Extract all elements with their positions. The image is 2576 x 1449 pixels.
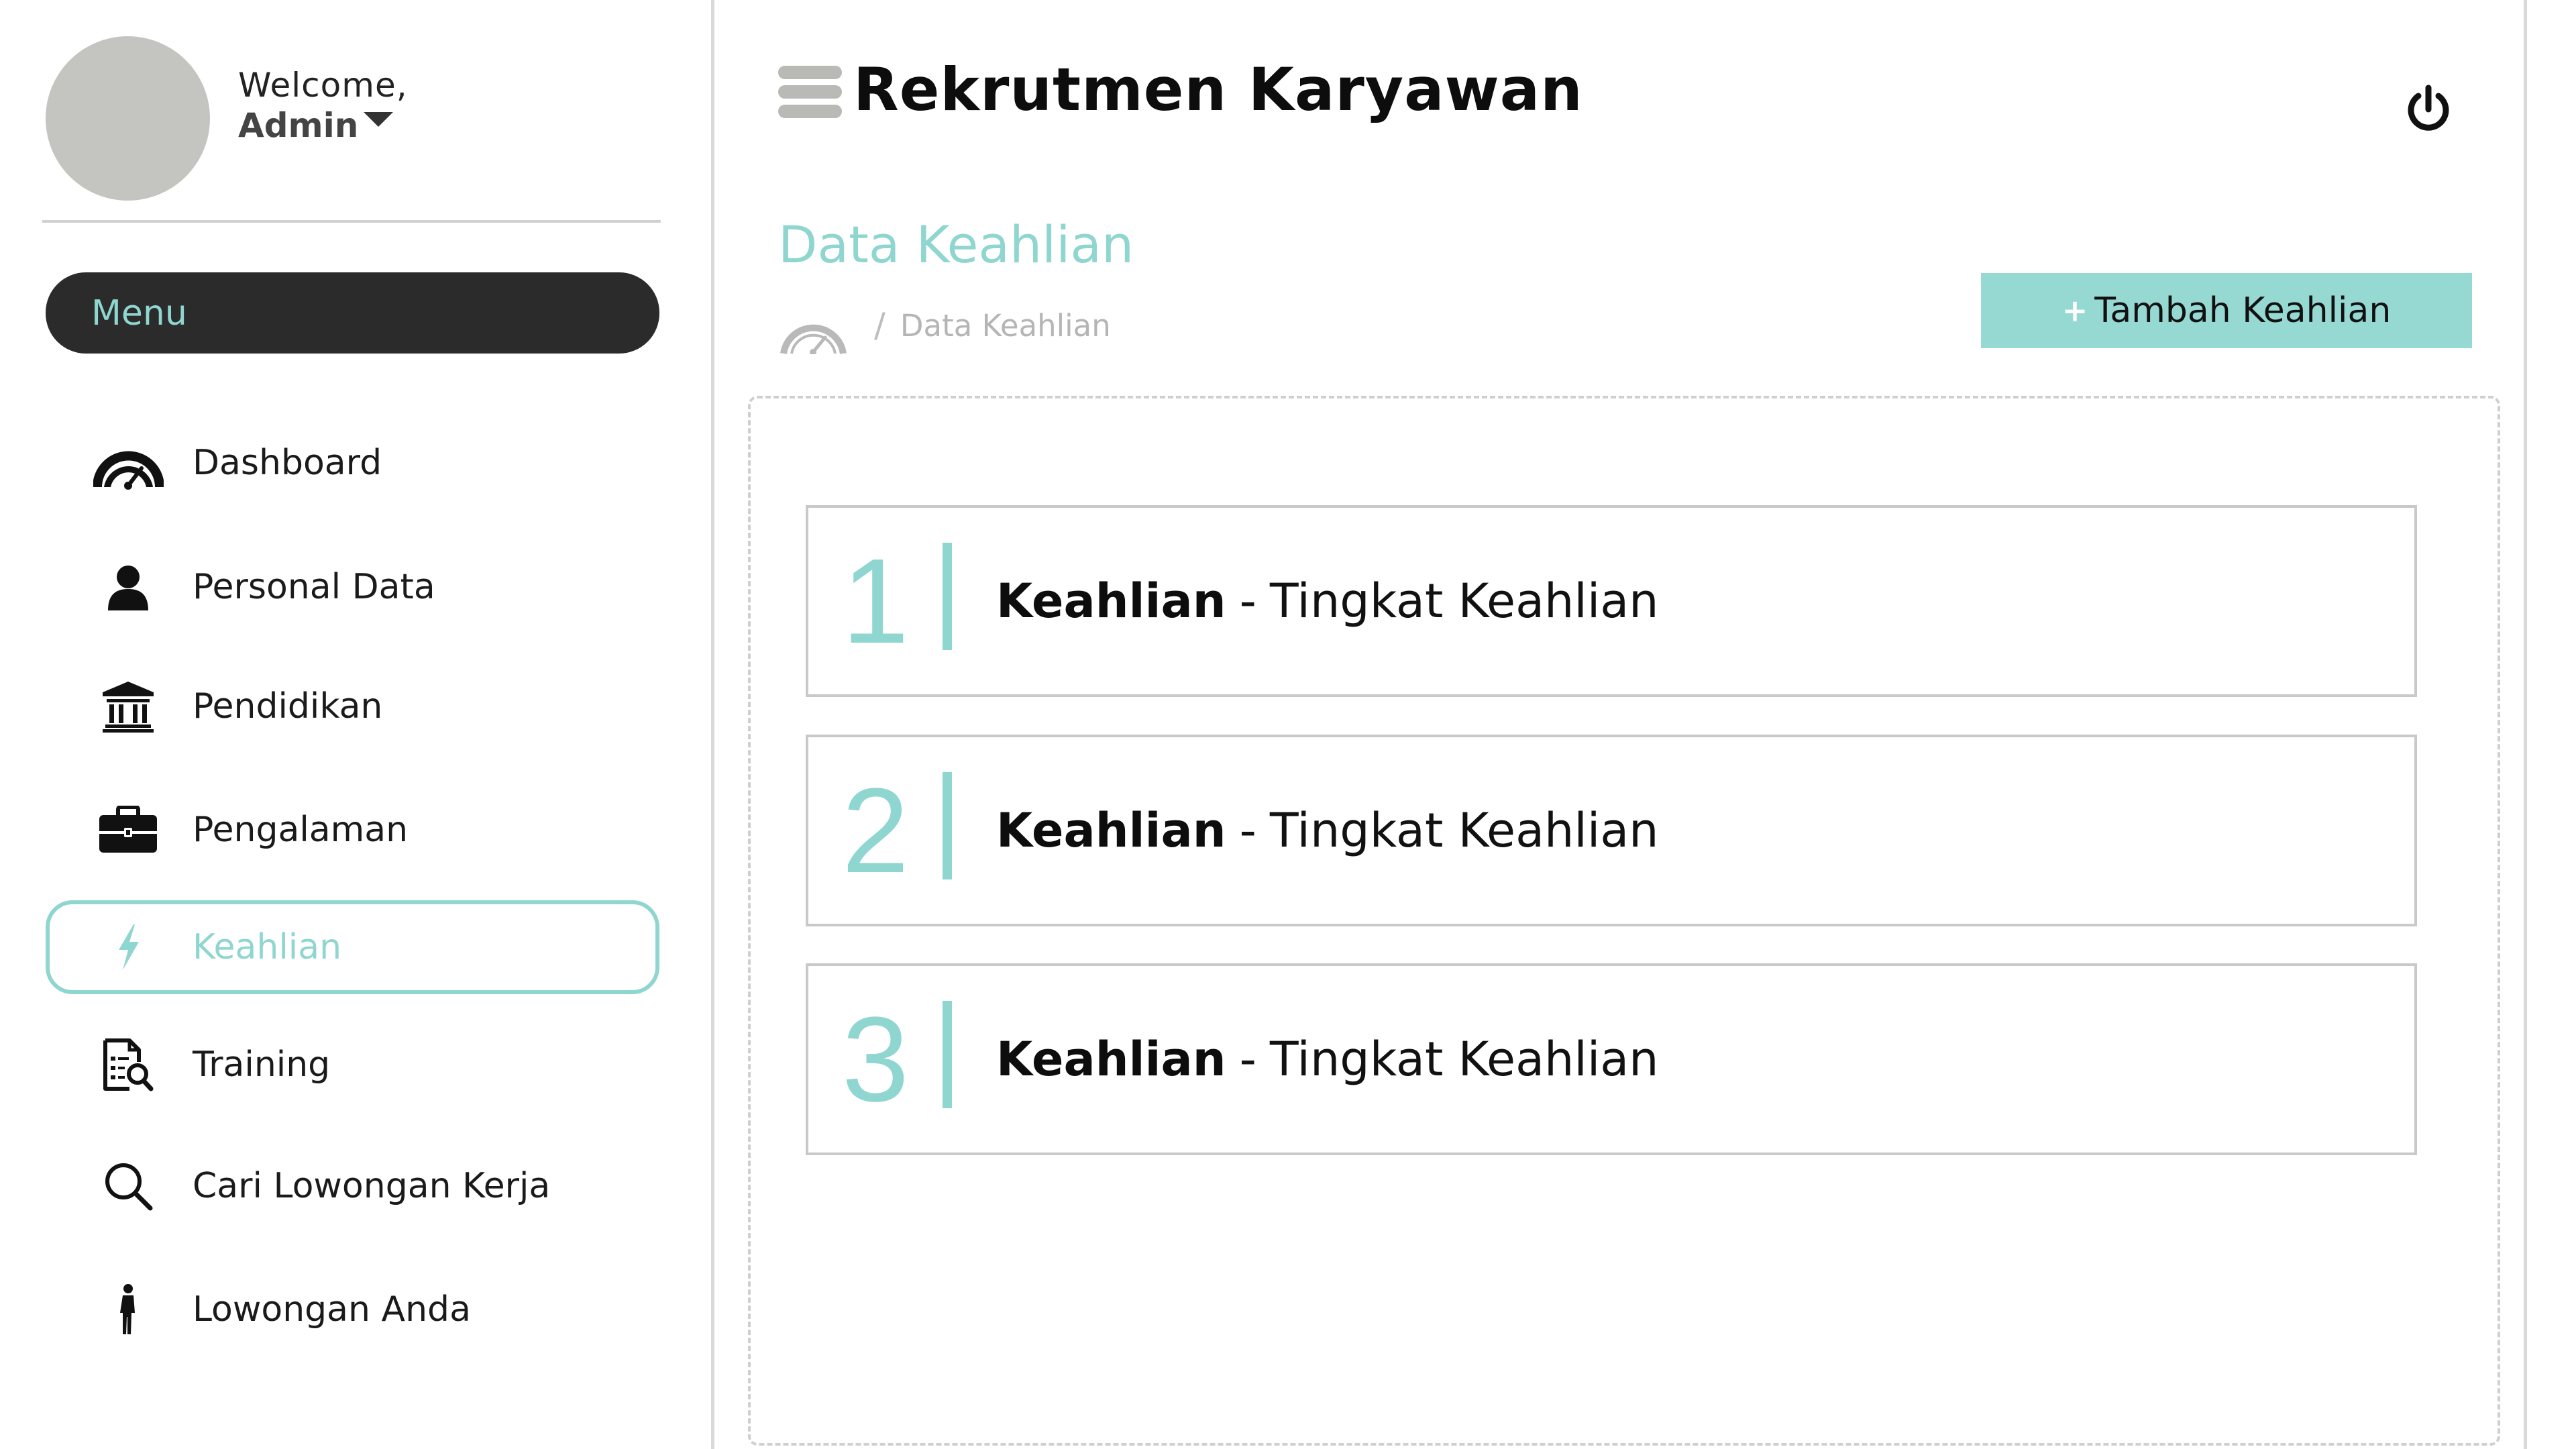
skill-level: Tingkat Keahlian xyxy=(1269,1032,1659,1087)
content-right-border xyxy=(2524,0,2527,1449)
skill-number: 1 xyxy=(841,534,910,669)
breadcrumb: / Data Keahlian xyxy=(778,297,1111,356)
person-walking-icon xyxy=(91,1276,165,1343)
skill-text: Keahlian - Tingkat Keahlian xyxy=(996,966,1659,1152)
sidebar-item-keahlian[interactable]: Keahlian xyxy=(46,900,659,994)
sidebar-item-label: Pengalaman xyxy=(193,810,409,850)
skill-name: Keahlian xyxy=(996,803,1226,858)
skill-name: Keahlian xyxy=(996,574,1226,629)
breadcrumb-current: Data Keahlian xyxy=(900,307,1111,343)
add-skill-button[interactable]: + Tambah Keahlian xyxy=(1981,273,2472,348)
sidebar: Welcome, Admin Menu Dashboard Personal D… xyxy=(0,0,714,1449)
sidebar-item-label: Pendidikan xyxy=(193,686,383,727)
sidebar-item-pendidikan[interactable]: Pendidikan xyxy=(46,659,659,753)
document-search-icon xyxy=(91,1031,165,1098)
user-name: Admin xyxy=(238,106,359,145)
page-title: Data Keahlian xyxy=(778,215,1134,274)
dashboard-gauge-icon xyxy=(91,429,165,496)
skill-separator: - xyxy=(1239,803,1256,858)
sidebar-item-cari-lowongan-kerja[interactable]: Cari Lowongan Kerja xyxy=(46,1139,659,1233)
avatar[interactable] xyxy=(46,36,210,201)
app-title: Rekrutmen Karyawan xyxy=(853,55,1583,124)
skill-accent-bar xyxy=(943,772,952,879)
skill-card[interactable]: 2 Keahlian - Tingkat Keahlian xyxy=(806,735,2417,926)
sidebar-item-label: Keahlian xyxy=(193,927,342,967)
skill-level: Tingkat Keahlian xyxy=(1269,574,1659,629)
institution-icon xyxy=(91,673,165,740)
skill-separator: - xyxy=(1239,574,1256,629)
plus-icon: + xyxy=(2061,292,2088,329)
caret-down-icon xyxy=(364,112,394,127)
welcome-text: Welcome, xyxy=(238,66,408,105)
sidebar-item-label: Cari Lowongan Kerja xyxy=(193,1166,551,1206)
sidebar-item-dashboard[interactable]: Dashboard xyxy=(46,416,659,510)
sidebar-item-training[interactable]: Training xyxy=(46,1018,659,1112)
skill-number: 2 xyxy=(841,763,910,898)
lightning-icon xyxy=(91,914,165,981)
hamburger-menu-icon[interactable] xyxy=(778,66,842,118)
skill-name: Keahlian xyxy=(996,1032,1226,1087)
briefcase-icon xyxy=(91,796,165,863)
skill-text: Keahlian - Tingkat Keahlian xyxy=(996,737,1659,924)
menu-header: Menu xyxy=(46,272,659,354)
breadcrumb-separator: / xyxy=(874,306,885,345)
skill-card[interactable]: 1 Keahlian - Tingkat Keahlian xyxy=(806,505,2417,697)
skill-accent-bar xyxy=(943,543,952,650)
skill-separator: - xyxy=(1239,1032,1256,1087)
skill-accent-bar xyxy=(943,1001,952,1108)
sidebar-item-label: Dashboard xyxy=(193,443,382,483)
dashboard-gauge-icon[interactable] xyxy=(778,297,849,356)
skill-level: Tingkat Keahlian xyxy=(1269,803,1659,858)
menu-header-label: Menu xyxy=(91,292,187,333)
power-logout-icon[interactable] xyxy=(2405,84,2452,134)
profile-divider xyxy=(42,220,661,223)
sidebar-item-label: Lowongan Anda xyxy=(193,1289,471,1330)
sidebar-item-personal-data[interactable]: Personal Data xyxy=(46,540,659,634)
user-menu-toggle[interactable]: Admin xyxy=(238,106,394,145)
sidebar-item-label: Personal Data xyxy=(193,567,435,607)
skill-number: 3 xyxy=(841,992,910,1127)
search-icon xyxy=(91,1152,165,1220)
add-skill-button-label: Tambah Keahlian xyxy=(2094,290,2392,331)
skill-card[interactable]: 3 Keahlian - Tingkat Keahlian xyxy=(806,963,2417,1155)
skill-text: Keahlian - Tingkat Keahlian xyxy=(996,508,1659,694)
sidebar-item-lowongan-anda[interactable]: Lowongan Anda xyxy=(46,1263,659,1356)
user-profile: Welcome, Admin xyxy=(46,36,663,201)
user-icon xyxy=(91,553,165,621)
sidebar-item-pengalaman[interactable]: Pengalaman xyxy=(46,783,659,877)
sidebar-item-label: Training xyxy=(193,1044,331,1085)
